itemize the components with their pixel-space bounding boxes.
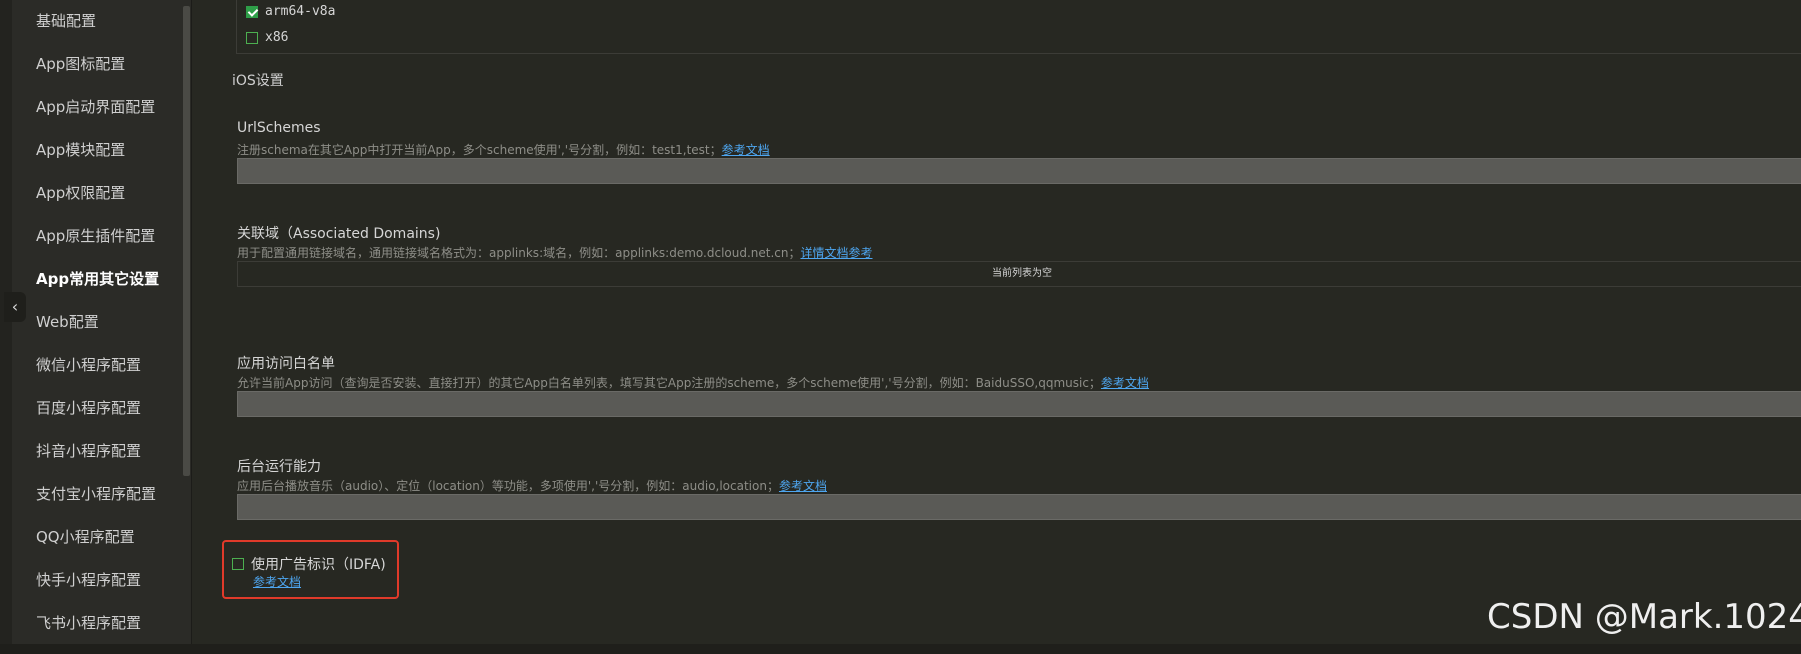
background-modes-hint-text: 应用后台播放音乐（audio）、定位（location）等功能，多项使用','号…: [237, 479, 779, 493]
url-schemes-hint-text: 注册schema在其它App中打开当前App，多个scheme使用','号分割，…: [237, 143, 722, 157]
idfa-checkbox[interactable]: [232, 558, 244, 570]
background-modes-input[interactable]: [237, 494, 1801, 520]
url-schemes-label: UrlSchemes: [237, 120, 321, 136]
sidebar-edge-strip: [0, 0, 12, 654]
sidebar-item[interactable]: Web配置: [36, 301, 176, 344]
sidebar-item[interactable]: App图标配置: [36, 43, 176, 86]
whitelist-hint: 允许当前App访问（查询是否安装、直接打开）的其它App白名单列表，填写其它Ap…: [237, 374, 1149, 391]
bottom-bar: [0, 644, 1801, 654]
url-schemes-input[interactable]: [237, 158, 1801, 184]
sidebar: ‹ 基础配置 App图标配置 App启动界面配置 App模块配置 App权限配置 App原…: [0, 0, 192, 654]
idfa-doc-link[interactable]: 参考文档: [253, 573, 301, 590]
arch-option-arm64[interactable]: arm64-v8a: [246, 4, 335, 19]
background-modes-hint: 应用后台播放音乐（audio）、定位（location）等功能，多项使用','号…: [237, 477, 827, 494]
sidebar-item[interactable]: App启动界面配置: [36, 86, 176, 129]
sidebar-item[interactable]: App权限配置: [36, 172, 176, 215]
associated-domains-doc-link[interactable]: 详情文档参考: [801, 246, 873, 260]
sidebar-scrollbar[interactable]: [183, 6, 190, 476]
whitelist-input[interactable]: [237, 391, 1801, 417]
arch-option-x86[interactable]: x86: [246, 30, 288, 45]
arch-option-label: arm64-v8a: [265, 4, 336, 19]
sidebar-item[interactable]: App原生插件配置: [36, 215, 176, 258]
associated-domains-hint: 用于配置通用链接域名，通用链接域名格式为：applinks:域名，例如：appl…: [237, 244, 873, 261]
associated-domains-list[interactable]: 当前列表为空: [237, 261, 1801, 287]
whitelist-label: 应用访问白名单: [237, 356, 335, 372]
associated-domains-label: 关联域（Associated Domains): [237, 226, 441, 242]
sidebar-item[interactable]: 微信小程序配置: [36, 344, 176, 387]
empty-list-text: 当前列表为空: [992, 268, 1052, 279]
sidebar-item[interactable]: 快手小程序配置: [36, 559, 176, 602]
background-modes-label: 后台运行能力: [237, 459, 321, 475]
sidebar-item[interactable]: 抖音小程序配置: [36, 430, 176, 473]
url-schemes-doc-link[interactable]: 参考文档: [722, 143, 770, 157]
sidebar-item[interactable]: 飞书小程序配置: [36, 602, 176, 645]
background-modes-doc-link[interactable]: 参考文档: [779, 479, 827, 493]
watermark: CSDN @Mark.1024: [1487, 597, 1801, 637]
sidebar-list: 基础配置 App图标配置 App启动界面配置 App模块配置 App权限配置 App原生插…: [36, 0, 176, 645]
sidebar-item[interactable]: 基础配置: [36, 0, 176, 43]
arch-option-label: x86: [265, 30, 289, 45]
whitelist-hint-text: 允许当前App访问（查询是否安装、直接打开）的其它App白名单列表，填写其它Ap…: [237, 376, 1101, 390]
sidebar-item[interactable]: App常用其它设置: [36, 258, 176, 301]
settings-panel: arm64-v8a x86 iOS设置 UrlSchemes 注册schema在…: [191, 0, 1801, 654]
ios-section-title: iOS设置: [232, 73, 284, 89]
arm64-checkbox[interactable]: [246, 5, 258, 18]
whitelist-doc-link[interactable]: 参考文档: [1101, 376, 1149, 390]
sidebar-item[interactable]: 支付宝小程序配置: [36, 473, 176, 516]
sidebar-item[interactable]: QQ小程序配置: [36, 516, 176, 559]
cpu-arch-group: [236, 0, 1801, 54]
associated-domains-hint-text: 用于配置通用链接域名，通用链接域名格式为：applinks:域名，例如：appl…: [237, 246, 801, 260]
idfa-option[interactable]: 使用广告标识（IDFA): [232, 554, 386, 574]
url-schemes-hint: 注册schema在其它App中打开当前App，多个scheme使用','号分割，…: [237, 141, 770, 158]
sidebar-item[interactable]: App模块配置: [36, 129, 176, 172]
chevron-left-icon[interactable]: ‹: [4, 292, 26, 322]
sidebar-item[interactable]: 百度小程序配置: [36, 387, 176, 430]
idfa-label: 使用广告标识（IDFA): [251, 557, 386, 573]
x86-checkbox[interactable]: [246, 31, 258, 44]
